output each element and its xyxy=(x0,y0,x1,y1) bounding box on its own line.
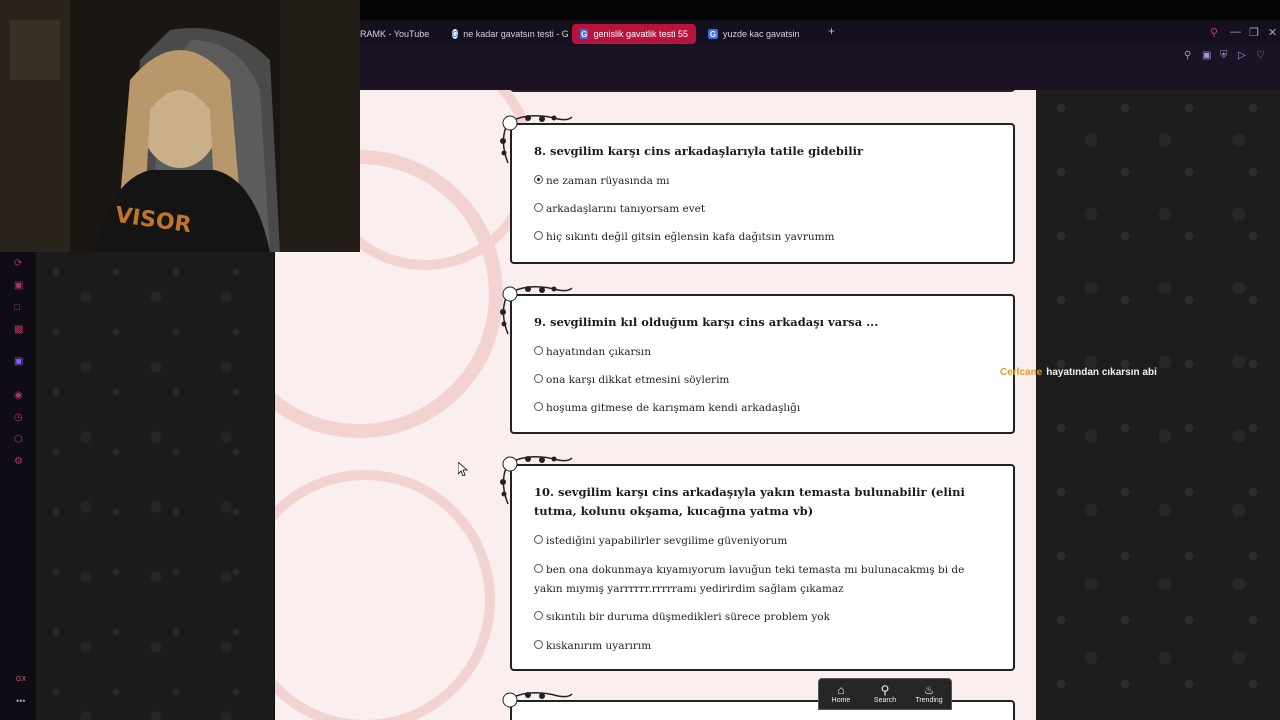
answer-option[interactable]: ona karşı dikkat etmesini söylerim xyxy=(534,371,989,390)
twitch-icon[interactable]: □ xyxy=(14,302,20,313)
option-label: hoşuma gitmese de karışmam kendi arkadaş… xyxy=(546,402,801,414)
clock-icon[interactable]: ◷ xyxy=(14,412,23,423)
home-icon: ⌂ xyxy=(837,683,845,697)
question-title: 10. sevgilim karşı cins arkadaşıyla yakı… xyxy=(534,485,965,518)
tab-youtube[interactable]: RAMK - YouTube xyxy=(352,24,444,44)
answer-option[interactable]: hiç sıkıntı değil gitsin eğlensin kafa d… xyxy=(534,228,989,247)
radio-button[interactable] xyxy=(534,231,543,240)
new-tab-button[interactable]: + xyxy=(828,24,835,38)
option-label: ne zaman rüyasında mı xyxy=(546,175,670,187)
tab-label: yuzde kac gavatsin xyxy=(723,29,800,39)
pin-icon[interactable]: ⚲ xyxy=(1184,50,1191,61)
google-icon: G xyxy=(452,29,459,39)
messenger-icon[interactable]: ▩ xyxy=(14,324,23,335)
bottom-nav: ⌂ Home ⚲ Search ♨ Trending xyxy=(818,678,952,710)
heart-icon[interactable]: ♡ xyxy=(1256,50,1265,61)
question-card: 10. sevgilim karşı cins arkadaşıyla yakı… xyxy=(500,456,1015,671)
answer-option[interactable]: istediğini yapabilirler sevgilime güveni… xyxy=(534,532,989,551)
home-label: Home xyxy=(831,697,851,704)
gear-icon[interactable]: ⚙ xyxy=(14,456,23,467)
answer-option[interactable]: hoşuma gitmese de karışmam kendi arkadaş… xyxy=(534,399,989,418)
previous-question-card xyxy=(510,90,1015,92)
shield-icon[interactable]: ⛨ xyxy=(1220,50,1228,61)
radio-button[interactable] xyxy=(534,611,543,620)
tab-quiz-2[interactable]: G yuzde kac gavatsin xyxy=(700,24,820,44)
radio-button[interactable] xyxy=(534,535,543,544)
tab-label: genislik gavatlik testi 55 xyxy=(593,29,688,39)
play-icon[interactable]: ▷ xyxy=(1238,50,1246,61)
option-label: arkadaşlarını tanıyorsam evet xyxy=(546,203,706,215)
radio-button[interactable] xyxy=(534,564,543,573)
option-label: hayatından çıkarsın xyxy=(546,346,652,358)
option-label: hiç sıkıntı değil gitsin eğlensin kafa d… xyxy=(546,231,835,243)
radio-button[interactable] xyxy=(534,203,543,212)
tab-label: RAMK - YouTube xyxy=(360,29,430,39)
background-pattern-right xyxy=(1036,90,1280,720)
search-icon: ⚲ xyxy=(880,683,890,697)
gx-label: GX xyxy=(16,676,27,683)
tab-google-search[interactable]: G ne kadar gavatsın testi - G xyxy=(444,24,568,44)
snapshot-icon[interactable]: ▣ xyxy=(1202,50,1211,61)
question-title: 9. sevgilimin kıl olduğum karşı cins ark… xyxy=(534,315,879,329)
radio-button[interactable] xyxy=(534,374,543,383)
answer-option[interactable]: ben ona dokunmaya kıyamıyorum lavuğun te… xyxy=(534,561,989,599)
search-icon[interactable]: ⚲ xyxy=(1210,26,1218,39)
play-circle-icon[interactable]: ◉ xyxy=(14,390,23,401)
fire-icon: ♨ xyxy=(923,683,935,697)
option-label: sıkıntılı bir duruma düşmedikleri sürece… xyxy=(546,611,830,623)
trending-button[interactable]: ♨ Trending xyxy=(907,679,951,709)
search-label: Search xyxy=(873,697,897,704)
cube-icon[interactable]: ⬡ xyxy=(14,434,23,445)
question-card: 8. sevgilim karşı cins arkadaşlarıyla ta… xyxy=(500,115,1015,264)
tab-active-quiz[interactable]: G genislik gavatlik testi 55 xyxy=(572,24,696,44)
answer-option[interactable]: sıkıntılı bir duruma düşmedikleri sürece… xyxy=(534,608,989,627)
radio-button[interactable] xyxy=(534,640,543,649)
search-button[interactable]: ⚲ Search xyxy=(863,679,907,709)
bag-icon[interactable]: ▣ xyxy=(14,280,23,291)
twitch-icon[interactable]: ▣ xyxy=(14,356,23,367)
answer-option[interactable]: arkadaşlarını tanıyorsam evet xyxy=(534,200,989,219)
floral-ornament xyxy=(502,692,573,708)
webcam-image: VISOR xyxy=(0,0,360,252)
option-label: kıskanırım uyarırım xyxy=(546,640,652,652)
option-label: ben ona dokunmaya kıyamıyorum lavuğun te… xyxy=(534,564,965,595)
site-icon: G xyxy=(708,29,718,39)
site-icon: G xyxy=(580,29,589,39)
chat-message: Cerlcane hayatından cıkarsın abi xyxy=(1000,367,1157,378)
background-pattern-left xyxy=(36,252,274,720)
radio-button[interactable] xyxy=(534,175,543,184)
answer-option[interactable]: ne zaman rüyasında mı xyxy=(534,172,989,191)
answer-option[interactable]: kıskanırım uyarırım xyxy=(534,637,989,656)
option-label: ona karşı dikkat etmesini söylerim xyxy=(546,374,730,386)
webcam-overlay: VISOR xyxy=(0,0,360,252)
chat-username: Cerlcane xyxy=(1000,367,1043,378)
sidebar: ⟳ ▣ □ ▩ ▣ ◉ ◷ ⬡ ⚙ xyxy=(0,252,36,720)
quiz-page: 8. sevgilim karşı cins arkadaşlarıyla ta… xyxy=(275,90,1036,720)
chat-text: hayatından cıkarsın abi xyxy=(1046,367,1157,378)
radio-button[interactable] xyxy=(534,402,543,411)
question-title: 8. sevgilim karşı cins arkadaşlarıyla ta… xyxy=(534,144,864,158)
answer-option[interactable]: hayatından çıkarsın xyxy=(534,343,989,362)
trending-label: Trending xyxy=(915,697,943,704)
home-button[interactable]: ⌂ Home xyxy=(819,679,863,709)
refresh-icon[interactable]: ⟳ xyxy=(14,258,22,269)
mouse-cursor-icon xyxy=(458,462,468,476)
more-icon[interactable]: ••• xyxy=(16,696,25,706)
decorative-swirl xyxy=(275,470,495,720)
radio-button[interactable] xyxy=(534,346,543,355)
minimize-icon[interactable]: — xyxy=(1230,26,1241,38)
option-label: istediğini yapabilirler sevgilime güveni… xyxy=(546,535,788,547)
close-icon[interactable]: ✕ xyxy=(1268,26,1277,39)
tab-label: ne kadar gavatsın testi - G xyxy=(463,29,568,39)
question-card: 9. sevgilimin kıl olduğum karşı cins ark… xyxy=(500,286,1015,434)
restore-icon[interactable]: ❐ xyxy=(1249,26,1259,39)
